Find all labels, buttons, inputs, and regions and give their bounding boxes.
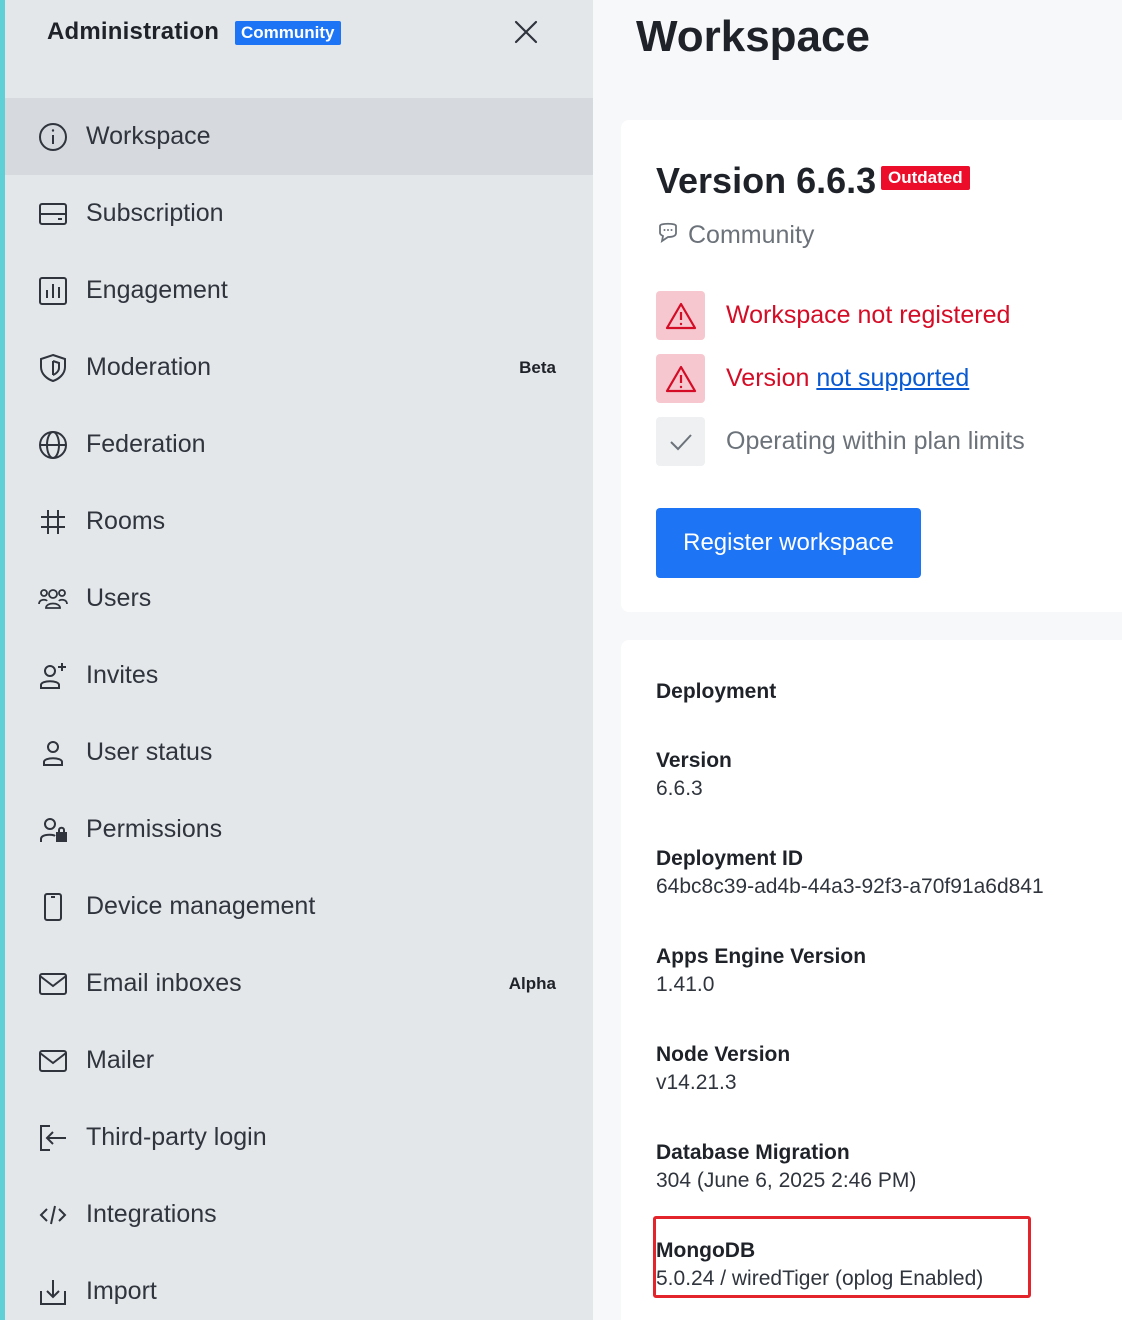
sidebar-item-permissions[interactable]: Permissions — [5, 791, 593, 868]
sidebar-item-user-status[interactable]: User status — [5, 714, 593, 791]
sidebar-item-label: Permissions — [86, 815, 223, 843]
sidebar-item-label: Third-party login — [86, 1123, 267, 1151]
sidebar-item-label: Moderation — [86, 353, 212, 381]
sidebar-item-integrations[interactable]: Integrations — [5, 1176, 593, 1253]
check-text: Operating within plan limits — [726, 427, 1025, 455]
globe-icon — [37, 429, 69, 461]
sidebar-item-label: Engagement — [86, 276, 228, 304]
sidebar-item-label: Subscription — [86, 199, 224, 227]
sidebar-item-invites[interactable]: Invites — [5, 637, 593, 714]
admin-nav: Workspace Subscription Engagement Modera… — [5, 98, 593, 1320]
field-value: v14.21.3 — [656, 1071, 737, 1094]
import-icon — [37, 1276, 69, 1308]
sidebar-item-label: Rooms — [86, 507, 166, 535]
sidebar-title: Administration — [47, 18, 220, 45]
mongodb-highlight-box — [653, 1216, 1031, 1298]
sidebar-item-rooms[interactable]: Rooms — [5, 483, 593, 560]
field-value: 304 (June 6, 2025 2:46 PM) — [656, 1169, 917, 1192]
check-icon — [656, 417, 705, 466]
sidebar-item-label: Import — [86, 1277, 157, 1305]
admin-sidebar: Administration Community Workspace Subsc… — [0, 0, 593, 1320]
field-label: Deployment ID — [656, 847, 804, 870]
sidebar-item-email-inboxes[interactable]: Email inboxes Alpha — [5, 945, 593, 1022]
edition-badge: Community — [235, 21, 341, 45]
hashtag-icon — [37, 506, 69, 538]
edition-text: Community — [688, 221, 815, 249]
user-lock-icon — [37, 814, 69, 846]
user-plus-icon — [37, 660, 69, 692]
version-card: Version 6.6.3 Outdated Community Workspa… — [621, 120, 1122, 612]
bar-chart-icon — [37, 275, 69, 307]
sidebar-item-engagement[interactable]: Engagement — [5, 252, 593, 329]
sidebar-item-moderation[interactable]: Moderation Beta — [5, 329, 593, 406]
outdated-badge: Outdated — [881, 166, 970, 190]
close-icon[interactable] — [510, 16, 542, 48]
warning-icon — [656, 354, 705, 403]
sidebar-item-label: Integrations — [86, 1200, 217, 1228]
sidebar-item-import[interactable]: Import — [5, 1253, 593, 1320]
field-label: Version — [656, 749, 732, 772]
card-icon — [37, 198, 69, 230]
field-label: Database Migration — [656, 1141, 850, 1164]
sidebar-item-label: Users — [86, 584, 152, 612]
sidebar-item-subscription[interactable]: Subscription — [5, 175, 593, 252]
register-workspace-button[interactable]: Register workspace — [656, 508, 921, 578]
check-plan-limits: Operating within plan limits — [656, 417, 1025, 466]
field-node-version: Node Version v14.21.3 — [656, 1041, 790, 1097]
sidebar-item-federation[interactable]: Federation — [5, 406, 593, 483]
login-icon — [37, 1122, 69, 1154]
field-apps-engine-version: Apps Engine Version 1.41.0 — [656, 943, 866, 999]
field-database-migration: Database Migration 304 (June 6, 2025 2:4… — [656, 1139, 916, 1195]
user-icon — [37, 737, 69, 769]
field-value: 1.41.0 — [656, 973, 715, 996]
sidebar-item-label: Email inboxes — [86, 969, 242, 997]
team-icon — [37, 583, 69, 615]
beta-tag: Beta — [519, 357, 556, 377]
sidebar-item-label: User status — [86, 738, 213, 766]
field-label: Apps Engine Version — [656, 945, 867, 968]
check-text: Workspace not registered — [726, 301, 1011, 329]
mail-icon — [37, 1045, 69, 1077]
alpha-tag: Alpha — [508, 973, 556, 993]
sidebar-item-mailer[interactable]: Mailer — [5, 1022, 593, 1099]
field-version: Version 6.6.3 — [656, 747, 732, 803]
check-text-prefix: Version — [726, 364, 817, 392]
version-title: Version 6.6.3 — [656, 160, 877, 201]
sidebar-item-label: Device management — [86, 892, 316, 920]
sidebar-header: Administration Community — [5, 0, 593, 70]
check-registration: Workspace not registered — [656, 291, 1010, 340]
sidebar-item-device-management[interactable]: Device management — [5, 868, 593, 945]
page-title: Workspace — [636, 12, 870, 61]
edition-label: Community — [656, 220, 814, 251]
check-version: Version not supported — [656, 354, 969, 403]
check-text: Version not supported — [726, 364, 969, 393]
field-label: Node Version — [656, 1043, 791, 1066]
mail-icon — [37, 968, 69, 1000]
mobile-icon — [37, 891, 69, 923]
deployment-heading: Deployment — [656, 680, 777, 703]
field-value: 64bc8c39-ad4b-44a3-92f3-a70f91a6d841 — [656, 875, 1044, 898]
field-deployment-id: Deployment ID 64bc8c39-ad4b-44a3-92f3-a7… — [656, 845, 1044, 901]
field-value: 6.6.3 — [656, 777, 703, 800]
sidebar-item-label: Workspace — [86, 122, 211, 150]
sidebar-item-workspace[interactable]: Workspace — [5, 98, 593, 175]
not-supported-link[interactable]: not supported — [816, 364, 969, 392]
code-icon — [37, 1199, 69, 1231]
sidebar-item-label: Mailer — [86, 1046, 155, 1074]
sidebar-item-label: Federation — [86, 430, 206, 458]
info-icon — [37, 121, 69, 153]
chat-bubble-icon — [656, 220, 680, 251]
shield-icon — [37, 352, 69, 384]
warning-icon — [656, 291, 705, 340]
sidebar-item-users[interactable]: Users — [5, 560, 593, 637]
sidebar-item-label: Invites — [86, 661, 159, 689]
sidebar-item-third-party-login[interactable]: Third-party login — [5, 1099, 593, 1176]
